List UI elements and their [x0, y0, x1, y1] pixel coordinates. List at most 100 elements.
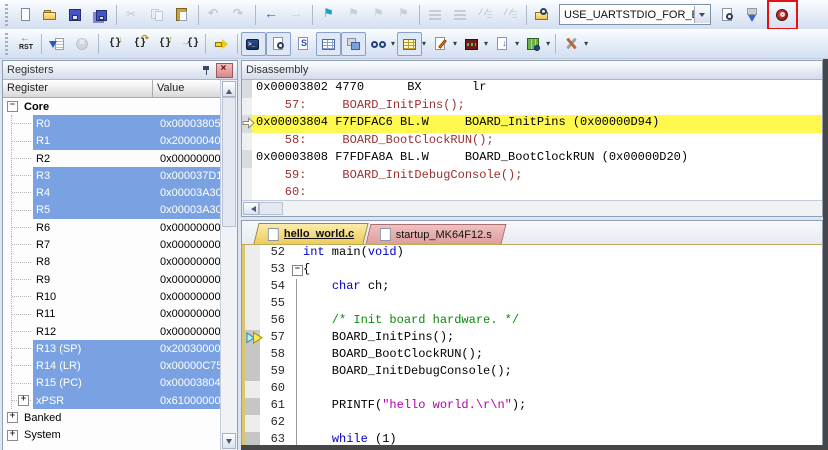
command-window-button[interactable]	[241, 32, 266, 56]
line-number: 53	[260, 262, 290, 279]
memory-windows-button[interactable]	[397, 32, 422, 56]
register-name: Core	[21, 98, 144, 115]
call-stack-window-button[interactable]	[341, 32, 366, 56]
system-viewer-button[interactable]	[521, 32, 546, 56]
registers-panel-title: Registers	[7, 64, 197, 76]
window-edge	[823, 59, 828, 450]
register-row[interactable]: R15 (PC)0x00003804	[3, 375, 221, 392]
save-button[interactable]	[63, 3, 88, 27]
find-highlight-button[interactable]	[770, 3, 795, 27]
exec-mark	[245, 313, 260, 330]
register-row[interactable]: R20x00000000	[3, 150, 221, 167]
step-into-icon	[106, 36, 123, 52]
register-row[interactable]: R00x00003805	[3, 115, 221, 132]
fold-margin	[290, 245, 303, 262]
open-file-button[interactable]	[38, 3, 63, 27]
tree-expander-icon[interactable]: −	[7, 101, 18, 112]
serial-windows-button[interactable]	[428, 32, 453, 56]
paste-button[interactable]	[170, 3, 195, 27]
tree-expander-icon[interactable]: +	[7, 412, 18, 423]
step-out-button[interactable]	[152, 32, 177, 56]
search-text-combo[interactable]: USE_UARTSTDIO_FOR_EF	[559, 4, 711, 25]
register-row[interactable]: R30x000037D1	[3, 167, 221, 184]
tree-gutter	[3, 271, 33, 288]
scrollbar-thumb[interactable]	[222, 97, 236, 227]
tab-hello-world-c[interactable]: hello_world.c	[253, 223, 369, 244]
code-text: /* Init board hardware. */	[303, 313, 822, 330]
scroll-left-icon[interactable]	[243, 202, 259, 215]
analysis-windows-button[interactable]	[459, 32, 484, 56]
register-row[interactable]: R100x00000000	[3, 288, 221, 305]
step-over-button[interactable]	[127, 32, 152, 56]
symbol-window-button[interactable]	[291, 32, 316, 56]
toolbox-group: ▾	[559, 32, 590, 56]
register-row[interactable]: R60x00000000	[3, 219, 221, 236]
save-all-button[interactable]	[88, 3, 113, 27]
register-row[interactable]: R70x00000000	[3, 236, 221, 253]
command-window-icon	[245, 36, 262, 52]
toolbar-grip[interactable]	[5, 4, 8, 26]
disassembly-window-button[interactable]	[266, 32, 291, 56]
incremental-find-button[interactable]	[740, 3, 765, 27]
find-in-files-button[interactable]	[530, 3, 555, 27]
register-row[interactable]: R10x20000040	[3, 133, 221, 150]
scroll-down-icon[interactable]	[222, 433, 236, 449]
watch-windows-button[interactable]	[366, 32, 391, 56]
run-button[interactable]	[45, 32, 70, 56]
editor-panel: hello_world.c startup_MK64F12.s 52int ma…	[241, 220, 823, 450]
fold-collapse-icon[interactable]: −	[292, 265, 303, 276]
register-row[interactable]: R120x00000000	[3, 323, 221, 340]
toolbox-dropdown-icon[interactable]: ▾	[584, 39, 590, 48]
find-next-button[interactable]	[715, 3, 740, 27]
register-row[interactable]: R50x00003A30	[3, 202, 221, 219]
register-row[interactable]: +Banked	[3, 409, 221, 426]
new-file-button[interactable]	[13, 3, 38, 27]
code-editor[interactable]: 52int main(void)53−{54 char ch;5556 /* I…	[242, 245, 822, 450]
step-into-button[interactable]	[102, 32, 127, 56]
disassembly-hscrollbar[interactable]	[242, 200, 822, 216]
toolbar-separator	[555, 34, 556, 54]
bookmark-toggle-button[interactable]	[316, 3, 341, 27]
register-row[interactable]: +xPSR0x61000000	[3, 392, 221, 409]
register-row[interactable]: R110x00000000	[3, 306, 221, 323]
fold-margin	[290, 364, 303, 381]
run-to-cursor-button[interactable]	[177, 32, 202, 56]
find-in-files-icon	[534, 7, 551, 23]
navigate-back-button[interactable]	[259, 3, 284, 27]
register-row[interactable]: R40x00003A30	[3, 184, 221, 201]
disassembly-content[interactable]: 0x00003802 4770 BX lr 57: BOARD_InitPins…	[242, 79, 822, 201]
trace-windows-button[interactable]	[490, 32, 515, 56]
register-row[interactable]: −Core	[3, 98, 221, 115]
registers-scrollbar[interactable]	[220, 80, 237, 450]
registers-list[interactable]: −CoreR00x00003805R10x20000040R20x0000000…	[3, 98, 221, 444]
system-viewer-group: ▾	[521, 32, 552, 56]
value-column-header[interactable]: Value	[153, 80, 221, 98]
tree-expander-icon[interactable]: +	[18, 395, 29, 406]
code-token: )	[397, 245, 404, 259]
register-value	[144, 409, 221, 426]
pin-icon[interactable]	[200, 64, 213, 76]
watch-windows-icon	[370, 36, 387, 52]
reset-button[interactable]	[13, 32, 38, 56]
close-icon[interactable]	[216, 63, 233, 78]
toolbox-button[interactable]	[559, 32, 584, 56]
register-column-header[interactable]: Register	[3, 80, 153, 98]
system-viewer-icon	[525, 36, 542, 52]
registers-window-button[interactable]	[316, 32, 341, 56]
register-row[interactable]: R90x00000000	[3, 271, 221, 288]
system-viewer-dropdown-icon[interactable]: ▾	[546, 39, 552, 48]
tree-expander-icon[interactable]: +	[7, 430, 18, 441]
register-row[interactable]: R13 (SP)0x20030000	[3, 340, 221, 357]
trace-windows-group: ▾	[490, 32, 521, 56]
disassembly-margin	[242, 150, 252, 168]
register-row[interactable]: R80x00000000	[3, 254, 221, 271]
toolbar-grip[interactable]	[5, 33, 8, 55]
scroll-up-icon[interactable]	[222, 81, 236, 97]
scrollbar-thumb[interactable]	[259, 202, 283, 215]
register-row[interactable]: +System	[3, 427, 221, 444]
toolbar-separator	[255, 5, 256, 25]
show-next-statement-button[interactable]	[209, 32, 234, 56]
tab-startup-mk64f12-s[interactable]: startup_MK64F12.s	[366, 224, 507, 244]
combo-dropdown-icon[interactable]	[694, 6, 710, 23]
register-row[interactable]: R14 (LR)0x00000C75	[3, 357, 221, 374]
